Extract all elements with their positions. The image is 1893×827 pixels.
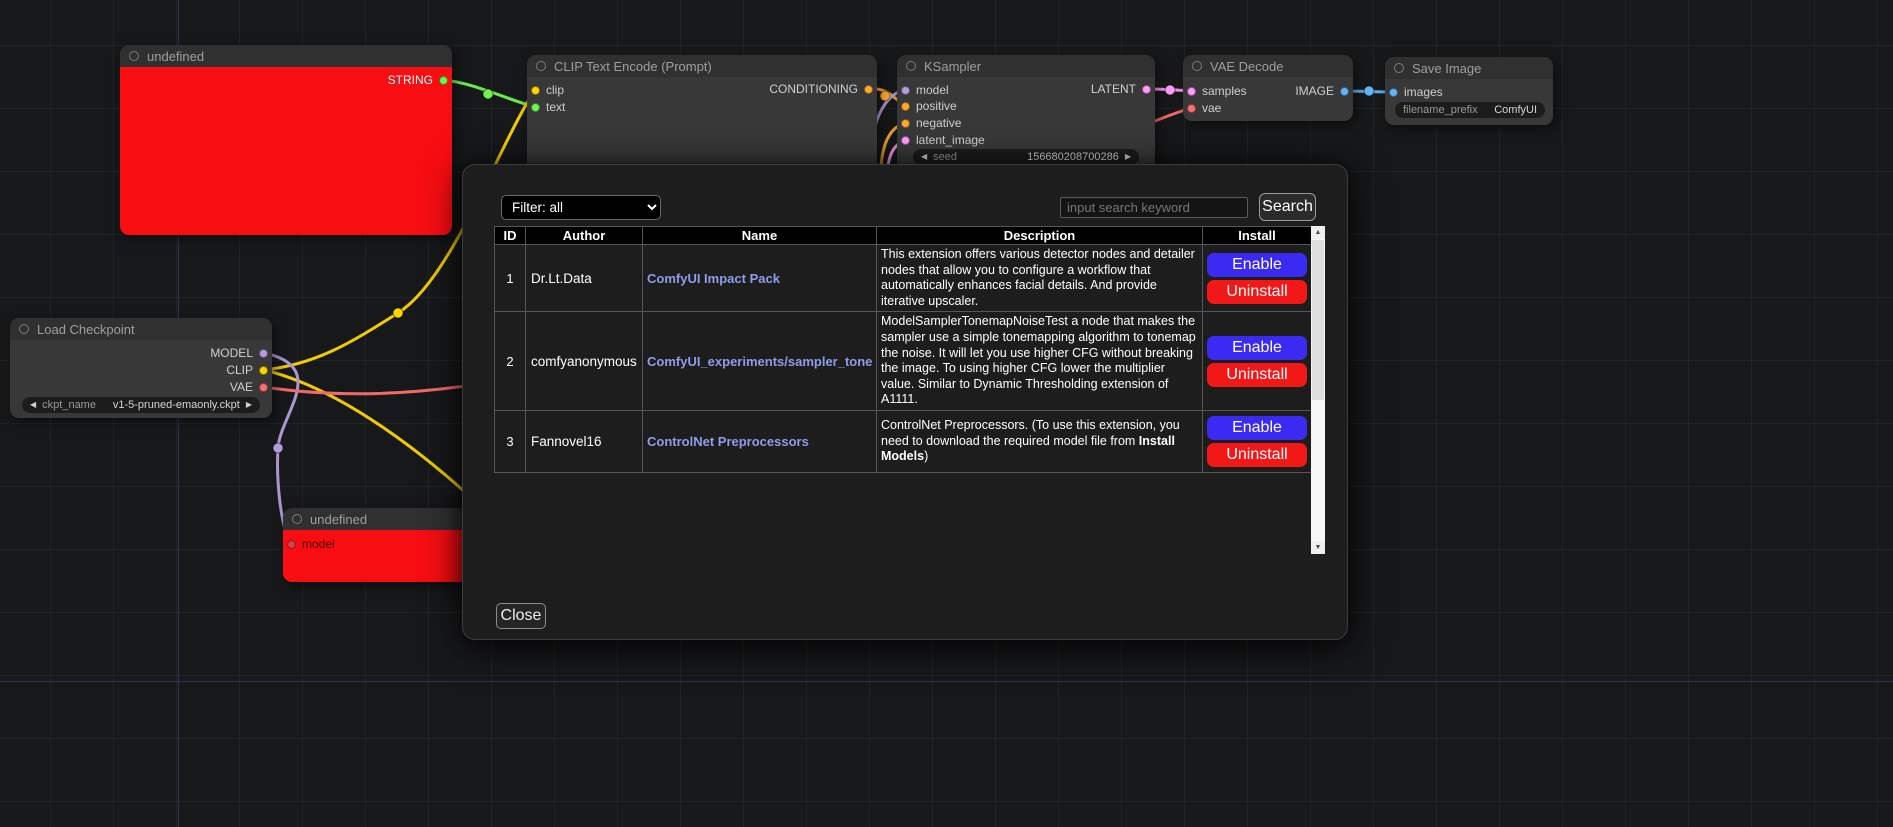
enable-button[interactable]: Enable (1207, 416, 1307, 440)
col-header-description: Description (877, 227, 1203, 245)
positive-input-dot[interactable] (901, 102, 910, 111)
cell-description: ControlNet Preprocessors. (To use this e… (877, 410, 1203, 472)
enable-button[interactable]: Enable (1207, 336, 1307, 360)
collapse-dot-icon[interactable] (129, 51, 139, 61)
uninstall-button[interactable]: Uninstall (1207, 280, 1307, 304)
enable-button[interactable]: Enable (1207, 253, 1307, 277)
images-input-dot[interactable] (1389, 88, 1398, 97)
node-vae-decode[interactable]: VAE Decode samples vae IMAGE (1183, 55, 1353, 121)
latent-output-dot[interactable] (1142, 85, 1151, 94)
col-header-author: Author (526, 227, 643, 245)
vae-output-dot[interactable] (259, 383, 268, 392)
search-button[interactable]: Search (1259, 193, 1316, 221)
cell-id: 2 (495, 312, 526, 411)
seed-widget[interactable]: ◀ seed 156680208700286 ▶ (913, 149, 1139, 165)
comfyui-canvas[interactable]: undefined STRING CLIP Text Encode (Promp… (0, 0, 1893, 827)
cell-description: This extension offers various detector n… (877, 245, 1203, 312)
node-title: undefined (310, 512, 367, 527)
clip-input-dot[interactable] (531, 86, 540, 95)
collapse-dot-icon[interactable] (536, 61, 546, 71)
model-output-dot[interactable] (259, 349, 268, 358)
cell-author: Fannovel16 (526, 410, 643, 472)
node-load-checkpoint[interactable]: Load Checkpoint MODEL CLIP VAE ◀ ckpt_na… (10, 318, 272, 418)
negative-input-dot[interactable] (901, 119, 910, 128)
extension-link[interactable]: ComfyUI_experiments/sampler_tonemap (647, 354, 872, 369)
extension-manager-dialog: Filter: all Search ID Author Name Descri… (462, 164, 1348, 640)
col-header-install: Install (1203, 227, 1312, 245)
scrollbar-thumb[interactable] (1312, 240, 1324, 400)
node-title: VAE Decode (1210, 59, 1283, 74)
cell-install: Enable Uninstall (1203, 312, 1312, 411)
increment-icon[interactable]: ▶ (1125, 153, 1131, 161)
collapse-dot-icon[interactable] (19, 324, 29, 334)
node-title: undefined (147, 49, 204, 64)
cell-id: 1 (495, 245, 526, 312)
node-title: CLIP Text Encode (Prompt) (554, 59, 712, 74)
vae-input-dot[interactable] (1187, 104, 1196, 113)
node-undefined-top[interactable]: undefined STRING (120, 45, 452, 235)
collapse-dot-icon[interactable] (292, 514, 302, 524)
node-title: Save Image (1412, 61, 1481, 76)
clip-output-dot[interactable] (259, 366, 268, 375)
prev-option-icon[interactable]: ◀ (30, 401, 36, 409)
cell-install: Enable Uninstall (1203, 410, 1312, 472)
extension-table: ID Author Name Description Install 1 Dr.… (494, 226, 1312, 473)
scroll-down-icon[interactable]: ▼ (1311, 541, 1325, 554)
ckpt-name-widget[interactable]: ◀ ckpt_name v1-5-pruned-emaonly.ckpt ▶ (22, 397, 260, 413)
collapse-dot-icon[interactable] (906, 61, 916, 71)
collapse-dot-icon[interactable] (1394, 63, 1404, 73)
col-header-name: Name (643, 227, 877, 245)
node-save-image[interactable]: Save Image images filename_prefix ComfyU… (1385, 57, 1553, 125)
model-input-dot[interactable] (287, 540, 296, 549)
table-row: 3 Fannovel16 ControlNet Preprocessors Co… (495, 410, 1312, 472)
text-input-dot[interactable] (531, 103, 540, 112)
node-ksampler[interactable]: KSampler model positive negative latent_… (897, 55, 1155, 173)
node-clip-text-encode[interactable]: CLIP Text Encode (Prompt) clip text COND… (527, 55, 877, 182)
model-input-dot[interactable] (901, 86, 910, 95)
samples-input-dot[interactable] (1187, 87, 1196, 96)
close-button[interactable]: Close (496, 603, 546, 629)
next-option-icon[interactable]: ▶ (246, 401, 252, 409)
table-row: 2 comfyanonymous ComfyUI_experiments/sam… (495, 312, 1312, 411)
extension-link[interactable]: ControlNet Preprocessors (647, 434, 872, 449)
uninstall-button[interactable]: Uninstall (1207, 443, 1307, 467)
decrement-icon[interactable]: ◀ (921, 153, 927, 161)
search-input[interactable] (1060, 197, 1248, 218)
cell-description: ModelSamplerTonemapNoiseTest a node that… (877, 312, 1203, 411)
filter-select[interactable]: Filter: all (501, 195, 661, 220)
conditioning-output-dot[interactable] (864, 85, 873, 94)
uninstall-button[interactable]: Uninstall (1207, 363, 1307, 387)
extension-table-area: ID Author Name Description Install 1 Dr.… (494, 226, 1325, 554)
table-header-row: ID Author Name Description Install (495, 227, 1312, 245)
table-scrollbar[interactable]: ▲ ▼ (1311, 226, 1325, 554)
node-title: KSampler (924, 59, 981, 74)
col-header-id: ID (495, 227, 526, 245)
scroll-up-icon[interactable]: ▲ (1311, 226, 1325, 239)
cell-author: comfyanonymous (526, 312, 643, 411)
table-row: 1 Dr.Lt.Data ComfyUI Impact Pack This ex… (495, 245, 1312, 312)
cell-author: Dr.Lt.Data (526, 245, 643, 312)
image-output-dot[interactable] (1340, 87, 1349, 96)
collapse-dot-icon[interactable] (1192, 61, 1202, 71)
extension-link[interactable]: ComfyUI Impact Pack (647, 271, 872, 286)
latent-image-input-dot[interactable] (901, 136, 910, 145)
string-output-dot[interactable] (439, 76, 448, 85)
cell-id: 3 (495, 410, 526, 472)
node-title: Load Checkpoint (37, 322, 135, 337)
filename-prefix-widget[interactable]: filename_prefix ComfyUI (1395, 102, 1545, 118)
cell-install: Enable Uninstall (1203, 245, 1312, 312)
